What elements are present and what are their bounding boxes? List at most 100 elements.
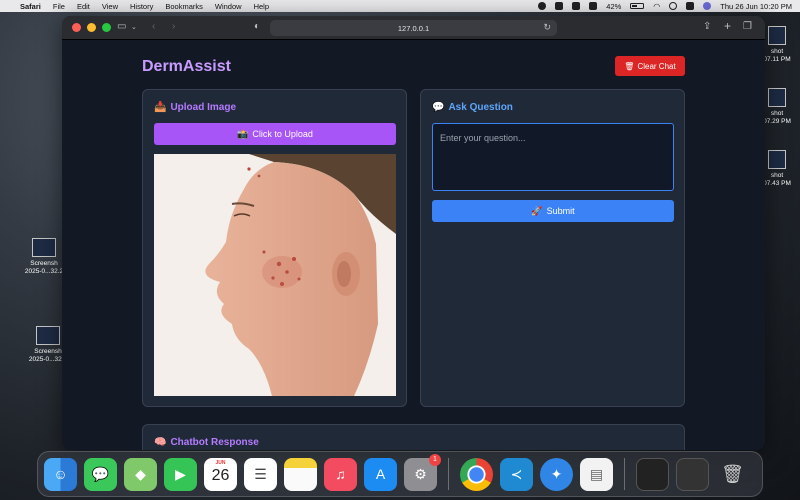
menu-view[interactable]: View [102,2,118,11]
speech-bubble-icon: 💬 [432,102,445,113]
file-date: 07.29 PM [763,118,791,125]
ask-title-label: Ask Question [448,102,513,113]
notes-icon[interactable] [284,457,317,491]
desktop-file[interactable]: shot 07.43 PM [762,150,792,188]
trash-icon: 🗑 [624,61,635,71]
app-page: DermAssist 🗑 Clear Chat 📥 Upload Image 📸… [62,40,765,450]
file-date: 07.43 PM [763,180,791,187]
menu-edit[interactable]: Edit [77,2,90,11]
maps-icon[interactable]: ◆ [124,457,157,491]
calendar-icon[interactable]: JUN 26 [204,457,237,491]
zoom-window-button[interactable] [102,23,111,32]
face-profile-image [154,154,396,396]
brain-icon: 🧠 [154,437,167,448]
battery-percent: 42% [606,1,622,11]
file-thumbnail [768,88,786,107]
record-icon[interactable] [538,2,547,10]
menubar-clock[interactable]: Thu 26 Jun 10:20 PM [720,2,792,11]
new-tab-icon[interactable]: + [724,19,731,33]
app-title: DermAssist [142,58,231,75]
notification-badge: 1 [429,453,441,466]
file-name: shot [770,48,784,55]
chrome-icon[interactable] [460,457,493,491]
upload-title-label: Upload Image [170,102,237,113]
trash-bin-icon[interactable]: 🗑 [716,458,749,491]
menu-bar: Safari File Edit View History Bookmarks … [0,0,800,12]
ask-question-card: 💬 Ask Question Enter your question... 🚀 … [420,89,685,407]
reload-icon[interactable]: ↻ [543,22,551,33]
desktop-file[interactable]: shot 07.11 PM [762,26,792,64]
clear-chat-button[interactable]: 🗑 Clear Chat [615,56,685,76]
system-settings-icon[interactable]: ⚙ 1 [404,453,441,491]
input-source-icon[interactable] [572,2,581,10]
wifi-icon[interactable]: ◠ [653,2,660,11]
facetime-icon[interactable]: ▶ [164,457,197,491]
upload-button[interactable]: 📸 Click to Upload [154,123,396,145]
url-text: 127.0.0.1 [397,23,430,33]
tab-overview-icon[interactable]: ❐ [743,21,752,32]
dock-separator [448,458,449,490]
dock: ☺ 💬 ◆ ▶ JUN 26 ☰ ♫ A ⚙ 1 ≺ ✦ ▤ 🗑 [37,451,763,497]
app-store-icon[interactable]: A [364,457,397,491]
clear-chat-label: Clear Chat [637,61,676,71]
minimize-window-button[interactable] [87,23,96,32]
control-center-icon[interactable] [686,2,695,10]
question-placeholder: Enter your question... [440,133,526,143]
file-name: shot [770,172,784,179]
safari-icon[interactable]: ✦ [540,457,573,491]
submit-button-label: Submit [546,206,575,216]
share-icon[interactable]: ⇪ [703,21,711,32]
address-bar[interactable]: 127.0.0.1 ↻ [270,20,557,36]
chevron-down-icon[interactable]: ⌄ [131,23,137,31]
ask-card-title: 💬 Ask Question [432,102,513,113]
file-thumbnail [32,238,56,257]
sidebar-toggle-icon[interactable]: ▭ [117,21,126,32]
privacy-shield-icon[interactable]: ◐ [254,21,260,32]
file-thumbnail [768,150,786,169]
forward-icon[interactable]: › [172,21,175,32]
recent-window-thumbnail[interactable] [676,457,709,491]
browser-toolbar: ▭ ⌄ ‹ › ◐ 127.0.0.1 ↻ ⇪ + ❐ [62,16,765,40]
dock-separator [624,458,625,490]
uploaded-image-preview [154,154,396,396]
file-thumbnail [768,26,786,45]
extension-icon[interactable] [555,2,564,10]
calendar-day: 26 [211,466,230,484]
finder-icon[interactable]: ☺ [44,457,77,491]
music-icon[interactable]: ♫ [324,457,357,491]
upload-card-title: 📥 Upload Image [154,102,236,113]
siri-icon[interactable] [703,2,712,10]
battery-icon[interactable] [630,3,645,9]
chatbot-response-card: 🧠 Chatbot Response [142,424,685,450]
vscode-icon[interactable]: ≺ [500,457,533,491]
menu-file[interactable]: File [53,2,65,11]
back-icon[interactable]: ‹ [152,21,155,32]
file-name: shot [770,110,784,117]
bluetooth-icon[interactable] [589,2,598,10]
upload-image-card: 📥 Upload Image 📸 Click to Upload [142,89,407,407]
reminders-icon[interactable]: ☰ [244,457,277,491]
menu-bookmarks[interactable]: Bookmarks [165,2,203,11]
menu-window[interactable]: Window [215,2,242,11]
file-date: 07.11 PM [763,56,791,63]
calendar-month: JUN [215,459,226,466]
messages-icon[interactable]: 💬 [84,457,117,491]
desktop-file[interactable]: shot 07.29 PM [762,88,792,126]
camera-icon: 📸 [237,128,249,139]
menu-help[interactable]: Help [254,2,269,11]
recent-window-thumbnail[interactable] [636,457,669,491]
rocket-icon: 🚀 [531,205,543,216]
file-thumbnail [36,326,60,345]
submit-button[interactable]: 🚀 Submit [432,200,674,222]
response-card-title: 🧠 Chatbot Response [154,437,259,448]
search-icon[interactable] [669,2,678,10]
upload-button-label: Click to Upload [252,129,313,139]
inbox-tray-icon: 📥 [154,102,167,113]
browser-window: ▭ ⌄ ‹ › ◐ 127.0.0.1 ↻ ⇪ + ❐ DermAssist 🗑… [62,16,765,450]
menu-app-name[interactable]: Safari [20,2,41,11]
menu-history[interactable]: History [130,2,153,11]
close-window-button[interactable] [72,23,81,32]
question-textarea[interactable]: Enter your question... [432,123,674,191]
textedit-icon[interactable]: ▤ [580,457,613,491]
response-title-label: Chatbot Response [170,437,259,448]
